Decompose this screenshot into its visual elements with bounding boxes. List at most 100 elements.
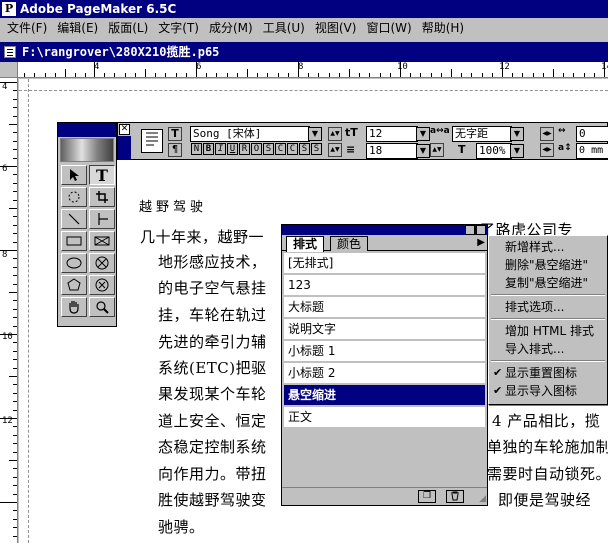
menu-edit[interactable]: 编辑(E) [52, 19, 103, 37]
text-tool[interactable]: T [89, 165, 115, 185]
bold-style-button[interactable]: B [203, 143, 214, 155]
ellipse-tool[interactable] [61, 253, 87, 273]
pointer-tool[interactable] [61, 165, 87, 185]
menu-item-show-reset-icon[interactable]: ✔ 显示重置图标 [489, 364, 607, 382]
font-dropdown-button[interactable]: ▼ [308, 127, 322, 141]
rectangle-frame-tool[interactable] [89, 231, 115, 251]
menu-type[interactable]: 文字(T) [153, 19, 204, 37]
delete-style-button[interactable] [446, 490, 464, 503]
polygon-frame-tool[interactable] [89, 275, 115, 295]
rectangle-tool[interactable] [61, 231, 87, 251]
normal-style-button[interactable]: N [191, 143, 202, 155]
body-text-line[interactable]: 态稳定控制系统 [158, 436, 267, 457]
rotate-tool[interactable] [61, 187, 87, 207]
body-text-line[interactable]: 向作用力。带扭 [158, 463, 267, 484]
horizontal-ruler[interactable]: 4 6 8 10 12 14 [18, 61, 608, 78]
control-palette-drag-bar[interactable] [118, 136, 131, 160]
leading-field[interactable]: 18 [366, 143, 418, 159]
body-text-line[interactable]: 果发现某个车轮 [158, 383, 267, 404]
style-item-subhead-2[interactable]: 小标题 2 [284, 363, 485, 385]
menu-item-show-import-icon[interactable]: ✔ 显示导入图标 [489, 382, 607, 400]
tracking-nudge-button[interactable]: ◀▶ [540, 127, 554, 141]
body-text-line[interactable]: 驰骋。 [158, 516, 205, 537]
menu-view[interactable]: 视图(V) [310, 19, 362, 37]
menu-item-delete-style[interactable]: 删除"悬空缩进" [489, 256, 607, 274]
font-size-dropdown-button[interactable]: ▼ [416, 127, 430, 141]
style-item-123[interactable]: 123 [284, 275, 485, 297]
control-palette-close-button[interactable]: ✕ [119, 124, 130, 135]
line-tool[interactable] [61, 209, 87, 229]
body-text-line[interactable]: 胜使越野驾驶变 [158, 489, 267, 510]
toolbox-title-bar[interactable] [58, 123, 116, 137]
body-text-line[interactable]: 系统(ETC)把驱 [158, 357, 267, 378]
pagemaker-app-icon[interactable]: P [2, 2, 16, 16]
body-text-line[interactable]: 地形感应技术， [158, 251, 267, 272]
subscript-style-button[interactable]: S [311, 143, 322, 155]
body-text-line[interactable]: 几十年来，越野一 [140, 226, 264, 247]
kerning-field[interactable]: 无字距 [452, 126, 512, 142]
body-text-line[interactable]: 先进的牵引力辅 [158, 331, 267, 352]
leading-nudge-button[interactable]: ▲▼ [328, 143, 342, 157]
menu-utilities[interactable]: 工具(U) [258, 19, 310, 37]
scale-dropdown-button[interactable]: ▼ [510, 144, 524, 158]
menu-file[interactable]: 文件(F) [2, 19, 52, 37]
paragraph-view-button[interactable] [141, 129, 163, 153]
font-name-field[interactable]: Song [宋体] [190, 126, 310, 142]
menu-item-add-html-styles[interactable]: 增加 HTML 排式 [489, 322, 607, 340]
crop-tool[interactable] [89, 187, 115, 207]
styles-palette-title-bar[interactable] [282, 225, 487, 235]
italic-style-button[interactable]: I [215, 143, 226, 155]
ruler-origin[interactable] [0, 62, 18, 78]
zoom-tool[interactable] [89, 297, 115, 317]
body-text-line-right[interactable]: 4 产品相比，揽 [492, 410, 600, 431]
tab-styles[interactable]: 排式 [286, 236, 325, 252]
body-text-line-right[interactable]: 单独的车轮施加制 [487, 436, 608, 457]
palette-menu-arrow-icon[interactable]: ▶ [477, 237, 485, 248]
palette-minimize-button[interactable] [465, 225, 475, 235]
menu-item-new-style[interactable]: 新增样式... [489, 238, 607, 256]
menu-help[interactable]: 帮助(H) [417, 19, 469, 37]
polygon-tool[interactable] [61, 275, 87, 295]
menu-item-duplicate-style[interactable]: 复制"悬空缩进" [489, 274, 607, 292]
outline-style-button[interactable]: O [251, 143, 262, 155]
tab-colors[interactable]: 颜色 [330, 236, 369, 251]
menu-element[interactable]: 成分(M) [204, 19, 258, 37]
strikethru-style-button[interactable]: S [263, 143, 274, 155]
baseline-shift-field[interactable]: 0 mm [576, 143, 608, 159]
palette-close-button[interactable] [476, 225, 486, 235]
scale-nudge-button[interactable]: ▲▼ [430, 143, 444, 157]
style-item-no-style[interactable]: [无排式] [284, 253, 485, 275]
resize-grip-icon[interactable]: ◢ [479, 494, 486, 504]
menu-window[interactable]: 窗口(W) [361, 19, 416, 37]
body-text-line[interactable]: 的电子空气悬挂 [158, 277, 267, 298]
character-view-button[interactable]: T [168, 127, 182, 141]
size-nudge-button[interactable]: ▲▼ [328, 127, 342, 141]
body-text-line-right[interactable]: 需要时自动锁死。 [487, 463, 608, 484]
body-text-line-right[interactable]: 即便是驾驶经 [498, 489, 591, 510]
horizontal-scale-field[interactable]: 100% [476, 143, 512, 159]
underline-style-button[interactable]: U [227, 143, 238, 155]
body-text-line[interactable]: 道上安全、恒定 [158, 410, 267, 431]
paragraph-mark-button[interactable]: ¶ [168, 143, 182, 157]
font-size-field[interactable]: 12 [366, 126, 418, 142]
baseline-nudge-button[interactable]: ◀▶ [540, 143, 554, 157]
constrained-line-tool[interactable] [89, 209, 115, 229]
menu-item-import-styles[interactable]: 导入排式... [489, 340, 607, 358]
ellipse-frame-tool[interactable] [89, 253, 115, 273]
document-title-bar[interactable]: F:\rangrover\280X210揽胜.p65 [0, 42, 608, 62]
body-text-line[interactable]: 挂，车轮在轨过 [158, 304, 267, 325]
style-item-hanging-indent[interactable]: 悬空缩进 [284, 385, 485, 407]
menu-item-style-options[interactable]: 排式选项... [489, 298, 607, 316]
new-style-button[interactable]: ❐ [418, 490, 436, 503]
reverse-style-button[interactable]: R [239, 143, 250, 155]
vertical-ruler[interactable]: 4 6 8 10 12 [0, 78, 18, 543]
menu-layout[interactable]: 版面(L) [103, 19, 153, 37]
smallcaps-style-button[interactable]: C [287, 143, 298, 155]
allcaps-style-button[interactable]: C [275, 143, 286, 155]
hand-tool[interactable] [61, 297, 87, 317]
tracking-field[interactable]: 0 [576, 126, 608, 142]
superscript-style-button[interactable]: S [299, 143, 310, 155]
style-item-subhead-1[interactable]: 小标题 1 [284, 341, 485, 363]
document-icon[interactable] [4, 46, 16, 58]
kerning-dropdown-button[interactable]: ▼ [510, 127, 524, 141]
